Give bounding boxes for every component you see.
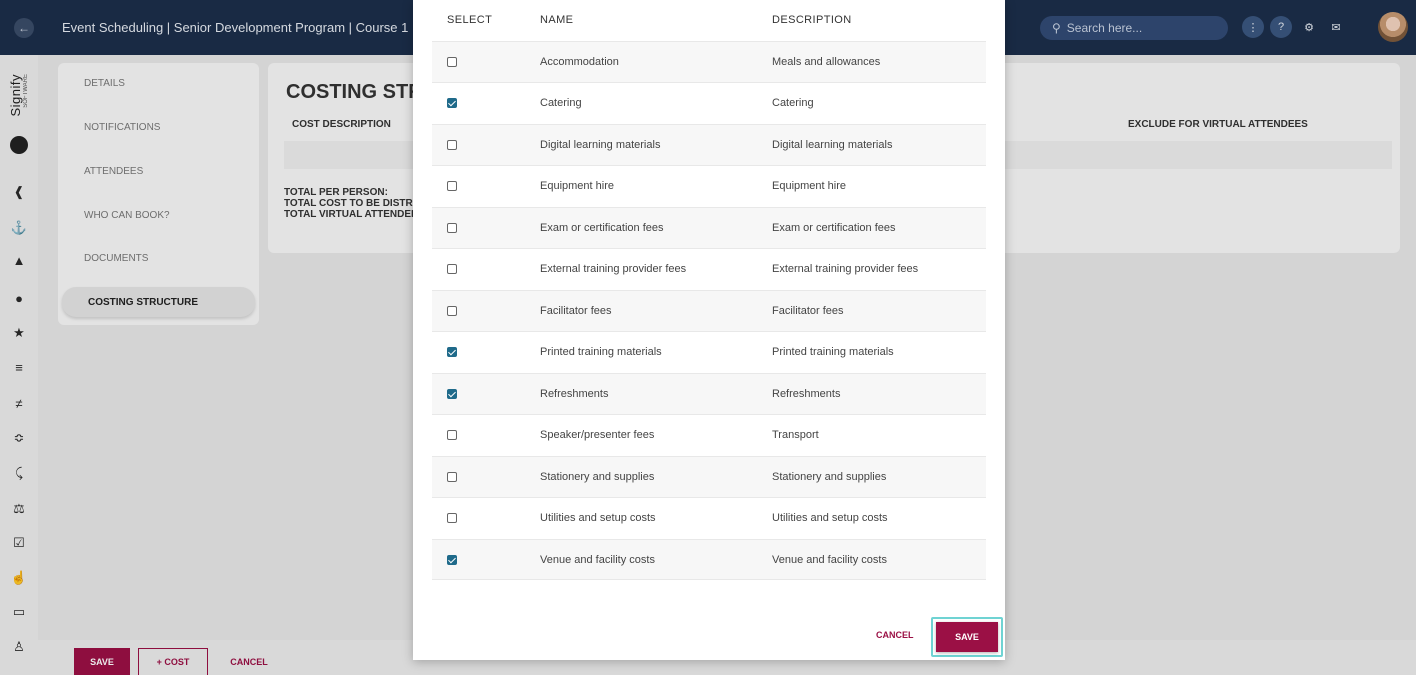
modal-cancel-button[interactable]: CANCEL xyxy=(876,630,914,640)
select-cost-modal: SELECT NAME DESCRIPTION Accommodation Me… xyxy=(413,0,1005,660)
table-row[interactable]: Catering Catering xyxy=(432,82,986,123)
header-name: NAME xyxy=(540,14,574,26)
row-description: Equipment hire xyxy=(772,180,846,192)
row-name: Equipment hire xyxy=(540,180,614,192)
row-description: Refreshments xyxy=(772,388,841,400)
row-name: Speaker/presenter fees xyxy=(540,429,655,441)
row-checkbox[interactable] xyxy=(447,223,457,233)
row-description: Utilities and setup costs xyxy=(772,512,888,524)
row-description: External training provider fees xyxy=(772,263,919,275)
row-description: Facilitator fees xyxy=(772,305,844,317)
table-row[interactable]: Venue and facility costs Venue and facil… xyxy=(432,539,986,580)
row-checkbox[interactable] xyxy=(447,389,457,399)
row-checkbox[interactable] xyxy=(447,264,457,274)
row-name: Stationery and supplies xyxy=(540,471,655,483)
row-checkbox[interactable] xyxy=(447,555,457,565)
row-name: Accommodation xyxy=(540,56,619,68)
row-name: Exam or certification fees xyxy=(540,222,664,234)
table-row[interactable]: Equipment hire Equipment hire xyxy=(432,165,986,206)
row-description: Meals and allowances xyxy=(772,56,881,68)
row-checkbox[interactable] xyxy=(447,430,457,440)
row-name: Printed training materials xyxy=(540,346,662,358)
row-name: Digital learning materials xyxy=(540,139,661,151)
table-row[interactable]: Facilitator fees Facilitator fees xyxy=(432,290,986,331)
row-checkbox[interactable] xyxy=(447,181,457,191)
table-row[interactable]: Utilities and setup costs Utilities and … xyxy=(432,497,986,538)
table-row[interactable]: Stationery and supplies Stationery and s… xyxy=(432,456,986,497)
row-description: Stationery and supplies xyxy=(772,471,887,483)
row-description: Transport xyxy=(772,429,819,441)
modal-table-header: SELECT NAME DESCRIPTION xyxy=(413,0,1005,41)
row-checkbox[interactable] xyxy=(447,57,457,67)
table-row[interactable]: Speaker/presenter fees Transport xyxy=(432,414,986,455)
row-name: Facilitator fees xyxy=(540,305,612,317)
row-description: Venue and facility costs xyxy=(772,554,887,566)
table-row[interactable]: Accommodation Meals and allowances xyxy=(432,41,986,82)
row-name: Utilities and setup costs xyxy=(540,512,656,524)
header-description: DESCRIPTION xyxy=(772,14,852,26)
table-row[interactable]: External training provider fees External… xyxy=(432,248,986,289)
row-checkbox[interactable] xyxy=(447,513,457,523)
row-checkbox[interactable] xyxy=(447,98,457,108)
row-checkbox[interactable] xyxy=(447,140,457,150)
row-checkbox[interactable] xyxy=(447,306,457,316)
row-name: Refreshments xyxy=(540,388,609,400)
row-description: Exam or certification fees xyxy=(772,222,896,234)
row-description: Digital learning materials xyxy=(772,139,893,151)
row-description: Catering xyxy=(772,97,814,109)
row-name: Catering xyxy=(540,97,582,109)
header-select: SELECT xyxy=(447,14,493,26)
row-name: External training provider fees xyxy=(540,263,687,275)
table-row[interactable]: Digital learning materials Digital learn… xyxy=(432,124,986,165)
modal-save-button[interactable]: SAVE xyxy=(936,622,998,652)
row-name: Venue and facility costs xyxy=(540,554,655,566)
table-row[interactable]: Refreshments Refreshments xyxy=(432,373,986,414)
table-row[interactable]: Printed training materials Printed train… xyxy=(432,331,986,372)
row-description: Printed training materials xyxy=(772,346,894,358)
row-checkbox[interactable] xyxy=(447,347,457,357)
table-row[interactable]: Exam or certification fees Exam or certi… xyxy=(432,207,986,248)
row-checkbox[interactable] xyxy=(447,472,457,482)
